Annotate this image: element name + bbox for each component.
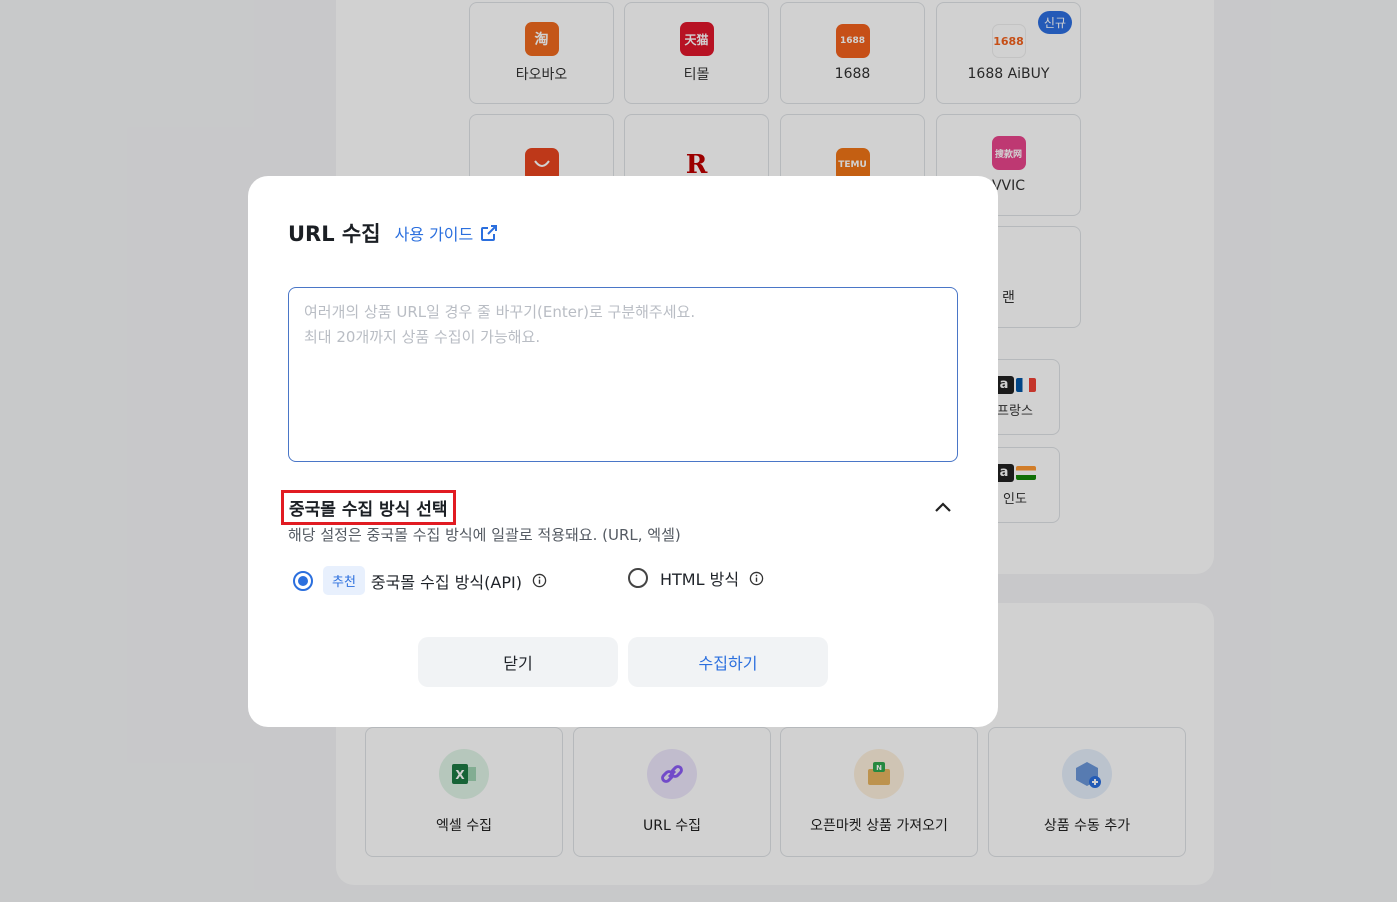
external-link-icon [481, 225, 498, 241]
collect-method-description: 해당 설정은 중국몰 수집 방식에 일괄로 적용돼요. (URL, 엑셀) [288, 526, 681, 544]
modal-title: URL 수집 [288, 222, 381, 246]
api-option-label: 중국몰 수집 방식(API) [370, 572, 522, 592]
url-collect-modal: URL 수집 사용 가이드 중국몰 수집 방식 선택 해당 설정은 중국몰 수집… [248, 176, 998, 727]
html-option-label: HTML 방식 [660, 570, 740, 589]
url-input[interactable] [288, 287, 958, 462]
close-button[interactable]: 닫기 [418, 637, 618, 687]
modal-header: URL 수집 사용 가이드 [288, 218, 499, 248]
recommended-badge: 추천 [323, 566, 365, 595]
html-radio[interactable] [628, 568, 648, 588]
info-icon[interactable] [532, 573, 547, 588]
option-html[interactable]: HTML 방식 [628, 566, 764, 590]
collect-method-section-title: 중국몰 수집 방식 선택 [281, 490, 456, 525]
info-icon[interactable] [749, 571, 764, 586]
option-api[interactable]: 추천 중국몰 수집 방식(API) [293, 566, 547, 595]
api-radio[interactable] [293, 570, 313, 591]
chevron-up-icon [935, 502, 951, 512]
usage-guide-label: 사용 가이드 [394, 225, 474, 244]
collect-button[interactable]: 수집하기 [628, 637, 828, 687]
collapse-toggle[interactable] [928, 494, 958, 520]
usage-guide-link[interactable]: 사용 가이드 [395, 221, 500, 245]
